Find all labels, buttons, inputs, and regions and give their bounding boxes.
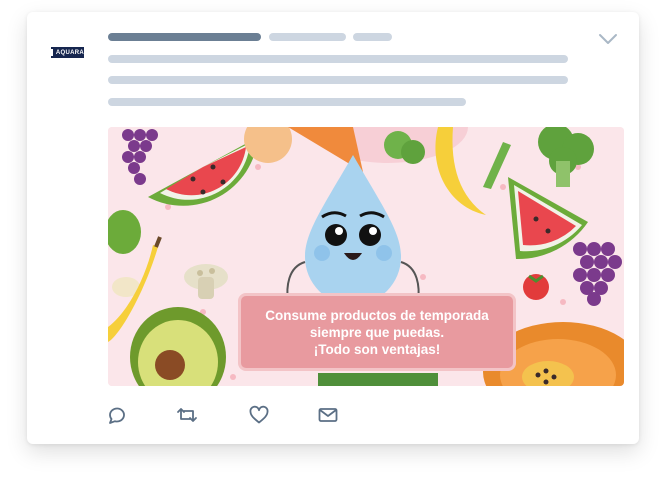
banner-line: ¡Todo son ventajas! xyxy=(313,341,441,357)
tweet-image[interactable]: Consume productos de temporada siempre q… xyxy=(108,127,624,386)
author-handle-placeholder[interactable] xyxy=(269,33,346,41)
account-avatar[interactable]: AQUARA xyxy=(51,47,84,58)
tweet-card: AQUARA Consume productos de temporada si… xyxy=(27,12,639,444)
reply-icon[interactable] xyxy=(106,404,128,426)
tomato-illustration xyxy=(523,274,549,300)
timestamp-placeholder[interactable] xyxy=(353,33,392,41)
share-icon[interactable] xyxy=(317,404,339,426)
image-banner: Consume productos de temporada siempre q… xyxy=(241,296,513,368)
tweet-text-line-placeholder xyxy=(108,55,568,63)
avatar-text: AQUARA xyxy=(55,49,84,56)
avatar-logo-mark xyxy=(51,49,53,56)
retweet-icon[interactable] xyxy=(176,404,198,426)
tweet-text-line-placeholder xyxy=(108,98,466,106)
banner-line: siempre que puedas. xyxy=(309,324,445,340)
tweet-text-line-placeholder xyxy=(108,76,568,84)
banner-line: Consume productos de temporada xyxy=(265,307,489,323)
author-name-placeholder[interactable] xyxy=(108,33,261,41)
like-icon[interactable] xyxy=(248,404,270,426)
chevron-down-icon[interactable] xyxy=(598,32,618,46)
